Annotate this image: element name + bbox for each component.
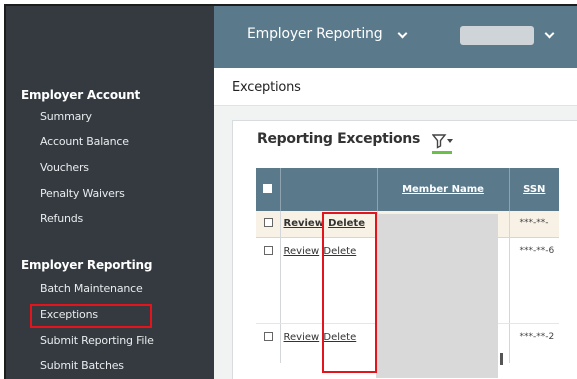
top-nav-bar: Employer Reporting <box>214 6 577 68</box>
redacted-member-names <box>376 214 498 378</box>
filter-icon[interactable] <box>432 133 454 149</box>
review-link[interactable]: Review <box>284 218 324 229</box>
app-frame: Employer Account Summary Account Balance… <box>4 4 577 379</box>
sidebar-section-employer-account: Employer Account <box>21 88 141 102</box>
page-title: Exceptions <box>232 80 301 95</box>
select-all-header[interactable] <box>256 168 281 211</box>
review-link[interactable]: Review <box>284 332 320 343</box>
delete-column-highlight-box <box>322 212 377 373</box>
review-link[interactable]: Review <box>284 246 320 257</box>
sidebar-item-summary[interactable]: Summary <box>40 110 92 123</box>
row-checkbox-cell <box>256 323 281 363</box>
sidebar-item-submit-reporting-file[interactable]: Submit Reporting File <box>40 334 154 347</box>
filter-underline <box>432 151 452 154</box>
chevron-down-icon[interactable] <box>397 28 408 39</box>
redaction-mark <box>500 353 503 365</box>
ssn-cell: ***-**-2 <box>519 331 555 342</box>
sidebar: Employer Account Summary Account Balance… <box>6 6 214 379</box>
ssn-header[interactable]: SSN <box>509 168 559 211</box>
row-checkbox-cell <box>256 237 281 324</box>
sidebar-section-employer-reporting: Employer Reporting <box>21 258 153 272</box>
ssn-sort-link[interactable]: SSN <box>523 184 545 195</box>
redacted-selector[interactable] <box>460 26 534 45</box>
sidebar-item-vouchers[interactable]: Vouchers <box>40 161 89 174</box>
row-checkbox[interactable] <box>264 245 273 255</box>
member-name-sort-link[interactable]: Member Name <box>402 184 484 195</box>
row-checkbox-cell <box>256 211 281 238</box>
actions-header <box>280 168 378 211</box>
card-title: Reporting Exceptions <box>257 131 420 147</box>
sidebar-item-penalty-waivers[interactable]: Penalty Waivers <box>40 187 125 200</box>
ssn-cell: ***-**-6 <box>509 237 559 324</box>
row-checkbox[interactable] <box>264 218 273 227</box>
member-name-header[interactable]: Member Name <box>377 168 510 211</box>
page-header: Exceptions <box>214 68 577 106</box>
row-checkbox[interactable] <box>264 331 273 341</box>
select-all-checkbox[interactable] <box>263 183 273 193</box>
sidebar-item-batch-maintenance[interactable]: Batch Maintenance <box>40 282 143 295</box>
sidebar-item-submit-batches[interactable]: Submit Batches <box>40 359 124 372</box>
exceptions-highlight-box <box>30 304 152 328</box>
ssn-cell: ***-**- <box>509 211 559 238</box>
employer-reporting-menu[interactable]: Employer Reporting <box>247 26 383 42</box>
sidebar-item-account-balance[interactable]: Account Balance <box>40 135 129 148</box>
chevron-down-icon[interactable] <box>544 28 555 39</box>
sidebar-item-refunds[interactable]: Refunds <box>40 212 83 225</box>
